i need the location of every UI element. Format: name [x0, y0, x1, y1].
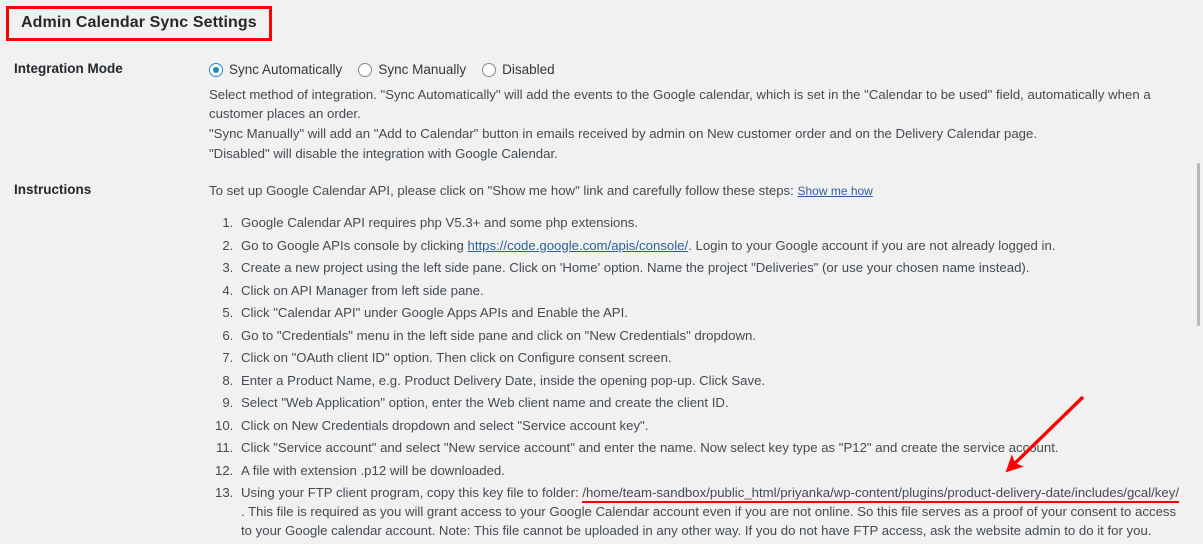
step-text: Click on New Credentials dropdown and se…	[241, 417, 649, 433]
instructions-intro: To set up Google Calendar API, please cl…	[209, 181, 1184, 201]
list-item: Google Calendar API requires php V5.3+ a…	[237, 213, 1184, 232]
integration-mode-label: Integration Mode	[14, 61, 123, 76]
scrollbar-thumb[interactable]	[1197, 163, 1200, 326]
integration-mode-field: Sync Automatically Sync Manually Disable…	[209, 60, 1184, 163]
step-text: Google Calendar API requires php V5.3+ a…	[241, 215, 638, 230]
step-text: Click on "OAuth client ID" option. Then …	[241, 350, 672, 365]
radio-sync-manually-label: Sync Manually	[378, 62, 467, 77]
list-item: A file with extension .p12 will be downl…	[237, 461, 1184, 480]
integration-mode-description-1: Select method of integration. "Sync Auto…	[209, 87, 1151, 121]
list-item: Create a new project using the left side…	[237, 258, 1184, 277]
radio-disabled-label: Disabled	[502, 62, 555, 77]
vertical-scrollbar[interactable]	[1191, 0, 1203, 517]
page-title: Admin Calendar Sync Settings	[21, 14, 257, 31]
instructions-step-list: Google Calendar API requires php V5.3+ a…	[209, 213, 1184, 540]
google-apis-console-link[interactable]: https://code.google.com/apis/console/	[468, 238, 689, 253]
instructions-label: Instructions	[14, 182, 92, 197]
radio-disabled[interactable]: Disabled	[482, 62, 555, 78]
step-text-after: . Login to your Google account if you ar…	[688, 237, 1056, 253]
radio-unselected-icon	[482, 63, 497, 77]
step-text: Click "Service account" and select "New …	[241, 440, 1059, 455]
step-text-after: . This file is required as you will gran…	[241, 504, 1177, 538]
integration-mode-description-2: "Sync Manually" will add an "Add to Cale…	[209, 126, 1037, 141]
step-text: Select "Web Application" option, enter t…	[241, 395, 729, 410]
radio-sync-manually[interactable]: Sync Manually	[358, 62, 466, 78]
radio-unselected-icon	[358, 63, 373, 77]
step-text: Click "Calendar API" under Google Apps A…	[241, 305, 628, 320]
list-item: Using your FTP client program, copy this…	[237, 483, 1184, 540]
list-item: Enter a Product Name, e.g. Product Deliv…	[237, 371, 1184, 390]
radio-sync-automatically[interactable]: Sync Automatically	[209, 62, 342, 78]
list-item: Click on "OAuth client ID" option. Then …	[237, 348, 1184, 367]
step-text-before: Go to Google APIs console by clicking	[241, 237, 468, 253]
list-item: Go to "Credentials" menu in the left sid…	[237, 326, 1184, 345]
integration-mode-description-3: "Disabled" will disable the integration …	[209, 146, 558, 161]
step-text: Enter a Product Name, e.g. Product Deliv…	[241, 372, 766, 388]
integration-mode-radio-group[interactable]: Sync Automatically Sync Manually Disable…	[209, 60, 1184, 80]
step-text-before: Using your FTP client program, copy this…	[241, 485, 583, 500]
step-text: Click on API Manager from left side pane…	[241, 282, 484, 298]
gcal-key-folder-path: /home/team-sandbox/public_html/priyanka/…	[582, 485, 1179, 503]
step-text: Go to "Credentials" menu in the left sid…	[241, 327, 757, 343]
list-item: Click "Calendar API" under Google Apps A…	[237, 303, 1184, 322]
show-me-how-link[interactable]: Show me how	[797, 184, 872, 198]
list-item: Click "Service account" and select "New …	[237, 438, 1184, 457]
radio-selected-icon	[209, 63, 223, 77]
list-item: Click on API Manager from left side pane…	[237, 281, 1184, 300]
step-text: Create a new project using the left side…	[241, 260, 1030, 275]
list-item: Select "Web Application" option, enter t…	[237, 393, 1184, 412]
step-text: A file with extension .p12 will be downl…	[241, 462, 505, 478]
radio-sync-automatically-label: Sync Automatically	[229, 62, 343, 77]
instructions-intro-text: To set up Google Calendar API, please cl…	[209, 183, 798, 198]
page-title-annotation-box: Admin Calendar Sync Settings	[6, 6, 272, 41]
instructions-field: To set up Google Calendar API, please cl…	[209, 181, 1184, 544]
list-item: Go to Google APIs console by clicking ht…	[237, 236, 1184, 255]
list-item: Click on New Credentials dropdown and se…	[237, 416, 1184, 435]
